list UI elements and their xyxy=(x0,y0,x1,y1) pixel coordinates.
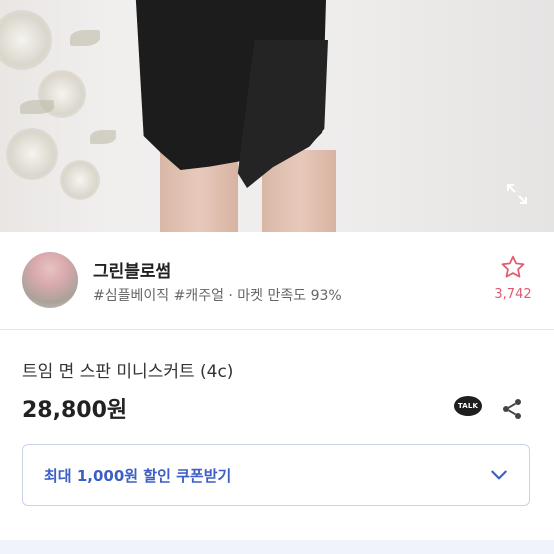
seller-section: 그린블로썸 #심플베이직 #캐주얼 · 마켓 만족도 93% 3,742 xyxy=(0,232,554,329)
photo-flower xyxy=(0,10,52,70)
photo-leaf xyxy=(90,130,116,144)
star-icon xyxy=(501,255,525,278)
photo-leaf xyxy=(20,100,54,114)
photo-flower xyxy=(60,160,100,200)
coupon-label: 최대 1,000원 할인 쿠폰받기 xyxy=(44,467,232,485)
favorite-count: 3,742 xyxy=(494,287,532,302)
expand-icon xyxy=(507,184,527,204)
talk-label: TALK xyxy=(457,402,479,410)
coupon-button[interactable]: 최대 1,000원 할인 쿠폰받기 xyxy=(22,444,530,506)
photo-leaf xyxy=(70,30,100,46)
product-price: 28,800원 xyxy=(22,398,128,423)
talk-button[interactable]: TALK xyxy=(454,396,484,422)
bottom-section-divider xyxy=(0,540,554,554)
share-button[interactable] xyxy=(500,397,524,421)
share-icon xyxy=(503,399,521,419)
seller-avatar[interactable] xyxy=(22,252,78,308)
kakao-talk-icon: TALK xyxy=(454,396,482,416)
chevron-down-icon xyxy=(491,470,507,480)
photo-flower xyxy=(6,128,58,180)
seller-tags: #심플베이직 #캐주얼 · 마켓 만족도 93% xyxy=(93,288,342,304)
section-divider xyxy=(0,329,554,330)
product-image[interactable] xyxy=(0,0,554,232)
expand-image-button[interactable] xyxy=(504,181,530,207)
seller-name[interactable]: 그린블로썸 xyxy=(93,257,171,282)
product-title: 트임 면 스판 미니스커트 (4c) xyxy=(22,362,234,382)
favorite-button[interactable]: 3,742 xyxy=(486,254,540,310)
